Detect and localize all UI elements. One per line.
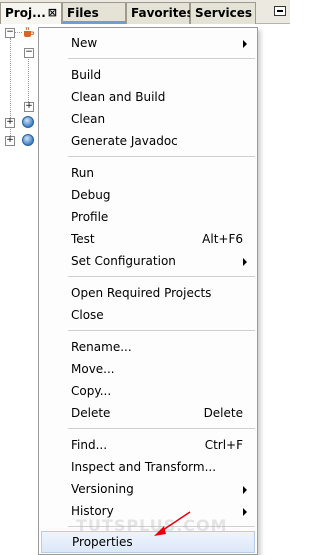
web-project-icon — [22, 116, 34, 128]
menu-separator — [68, 58, 255, 60]
tab-files-label: Files — [67, 6, 99, 20]
menu-item-label: New — [71, 36, 98, 50]
menu-item-label: Debug — [71, 188, 111, 202]
menu-separator — [68, 428, 255, 430]
menu-separator — [68, 330, 255, 332]
tab-services-label: Services — [195, 6, 253, 20]
submenu-arrow-icon — [243, 486, 247, 494]
menu-separator — [68, 156, 255, 158]
close-icon[interactable]: ⊠ — [48, 3, 57, 23]
explorer-tab-bar: Proj... ⊠ Files Favorites Services — [0, 0, 290, 24]
menu-separator — [68, 276, 255, 278]
menu-item-build[interactable]: Build — [71, 64, 243, 86]
menu-item-generate-javadoc[interactable]: Generate Javadoc — [71, 130, 243, 152]
menu-item-set-configuration[interactable]: Set Configuration — [71, 250, 247, 272]
menu-item-clean-and-build[interactable]: Clean and Build — [71, 86, 243, 108]
menu-item-shortcut: Ctrl+F — [204, 438, 243, 452]
menu-item-clean[interactable]: Clean — [71, 108, 243, 130]
tree-guide-line — [28, 56, 29, 106]
menu-item-new[interactable]: New — [71, 32, 247, 54]
menu-item-label: Clean — [71, 112, 106, 126]
tab-projects[interactable]: Proj... ⊠ — [0, 2, 62, 24]
project-context-menu: New Build Clean and Build Clean Generate… — [38, 27, 258, 555]
submenu-arrow-icon — [243, 508, 247, 516]
menu-item-label: Move... — [71, 362, 115, 376]
submenu-arrow-icon — [243, 40, 247, 48]
menu-item-inspect-and-transform[interactable]: Inspect and Transform... — [71, 456, 243, 478]
menu-item-label: Find... — [71, 438, 108, 452]
tree-expand-toggle[interactable]: + — [5, 136, 15, 146]
tab-favorites[interactable]: Favorites — [126, 2, 194, 24]
menu-item-label: Run — [71, 166, 95, 180]
tree-expand-toggle[interactable]: + — [24, 102, 34, 112]
menu-item-move[interactable]: Move... — [71, 358, 243, 380]
menu-item-label: Delete — [71, 406, 111, 420]
java-project-icon — [24, 26, 34, 37]
tree-collapse-toggle[interactable]: − — [24, 48, 34, 58]
menu-item-label: Close — [71, 308, 104, 322]
tab-files[interactable]: Files — [62, 2, 126, 24]
menu-item-versioning[interactable]: Versioning — [71, 478, 247, 500]
menu-item-shortcut: Delete — [203, 406, 243, 420]
submenu-arrow-icon — [243, 258, 247, 266]
tree-expand-toggle[interactable]: + — [5, 118, 15, 128]
menu-item-rename[interactable]: Rename... — [71, 336, 243, 358]
tree-guide-line — [14, 32, 22, 33]
menu-item-label: Properties — [72, 535, 133, 549]
menu-item-label: Generate Javadoc — [71, 134, 178, 148]
tab-projects-label: Proj... — [5, 6, 46, 20]
menu-item-debug[interactable]: Debug — [71, 184, 243, 206]
menu-item-open-required-projects[interactable]: Open Required Projects — [71, 282, 243, 304]
minimize-window-icon[interactable] — [274, 6, 286, 16]
menu-item-profile[interactable]: Profile — [71, 206, 243, 228]
menu-item-label: Copy... — [71, 384, 112, 398]
tree-collapse-toggle[interactable]: − — [5, 28, 15, 38]
menu-item-copy[interactable]: Copy... — [71, 380, 243, 402]
red-pointer-arrow-icon — [154, 511, 191, 536]
menu-item-label: Open Required Projects — [71, 286, 212, 300]
menu-item-label: Build — [71, 68, 102, 82]
menu-item-label: Clean and Build — [71, 90, 166, 104]
menu-item-delete[interactable]: Delete Delete — [71, 402, 243, 424]
menu-item-find[interactable]: Find... Ctrl+F — [71, 434, 243, 456]
menu-item-label: Test — [71, 232, 95, 246]
menu-item-label: Versioning — [71, 482, 134, 496]
menu-item-close[interactable]: Close — [71, 304, 243, 326]
project-tree: − − + + + — [0, 24, 40, 555]
tab-services[interactable]: Services — [190, 2, 256, 24]
web-project-icon — [22, 134, 34, 146]
tab-favorites-label: Favorites — [131, 6, 194, 20]
menu-item-run[interactable]: Run — [71, 162, 243, 184]
menu-item-label: Inspect and Transform... — [71, 460, 217, 474]
menu-item-shortcut: Alt+F6 — [202, 232, 243, 246]
menu-item-label: Set Configuration — [71, 254, 176, 268]
menu-item-label: Rename... — [71, 340, 132, 354]
menu-item-test[interactable]: Test Alt+F6 — [71, 228, 243, 250]
menu-item-label: Profile — [71, 210, 109, 224]
